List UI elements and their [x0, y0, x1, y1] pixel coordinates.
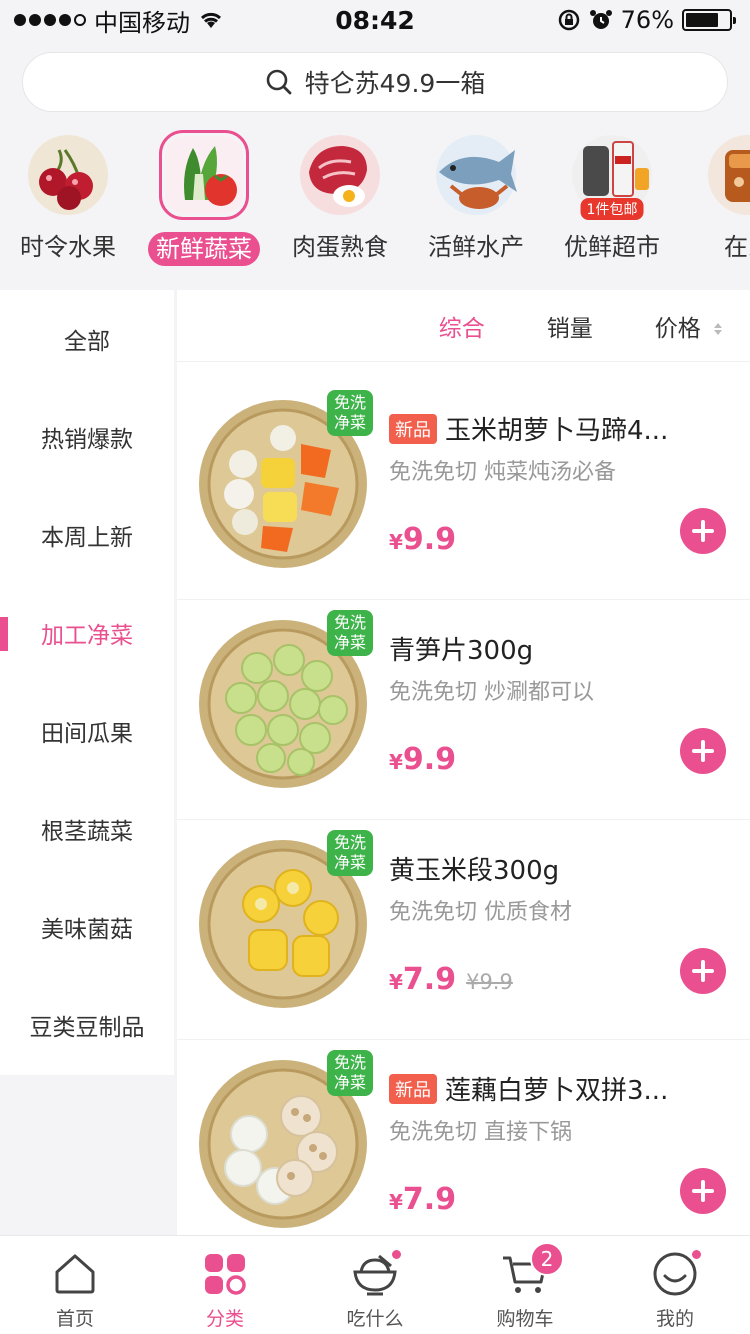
fish-crab-icon — [433, 132, 519, 218]
product-card[interactable]: 免洗净菜 新品 玉米胡萝卜马蹄4... 免洗免切 炖菜炖汤必备 ¥9.9 — [177, 380, 750, 600]
product-subtitle: 免洗免切 优质食材 — [389, 900, 572, 925]
original-price: ¥9.9 — [466, 970, 513, 994]
add-to-cart-button[interactable] — [680, 948, 726, 994]
sidebar-item-new-this-week[interactable]: 本周上新 — [0, 486, 174, 584]
rotation-lock-icon — [558, 9, 579, 31]
tab-cart[interactable]: 2 购物车 — [450, 1236, 600, 1334]
category-row: 时令水果 新鲜蔬菜 肉蛋熟食 活鲜水产 1件包邮 优鲜超市 在 — [0, 128, 750, 278]
home-icon — [55, 1254, 95, 1294]
notification-dot — [690, 1248, 703, 1261]
tab-what-to-eat[interactable]: 吃什么 — [300, 1236, 450, 1334]
cherry-icon — [25, 132, 111, 218]
tab-home[interactable]: 首页 — [0, 1236, 150, 1334]
product-card[interactable]: 免洗净菜 黄玉米段300g 免洗免切 优质食材 ¥7.9 ¥9.9 — [177, 820, 750, 1040]
sidebar-item-hot[interactable]: 热销爆款 — [0, 388, 174, 486]
product-title: 新品 玉米胡萝卜马蹄4... — [389, 410, 719, 447]
category-grid-icon — [205, 1254, 246, 1295]
sort-bar: 综合 销量 价格 — [177, 290, 750, 362]
tab-bar: 首页 分类 吃什么 2 购物车 我的 — [0, 1235, 750, 1334]
free-shipping-badge: 1件包邮 — [580, 198, 644, 220]
search-icon — [266, 69, 292, 95]
clock: 08:42 — [335, 5, 415, 35]
product-card[interactable]: 免洗净菜 新品 莲藕白萝卜双拼3... 免洗免切 直接下锅 ¥7.9 — [177, 1040, 750, 1235]
battery-icon — [682, 9, 736, 31]
category-at-home[interactable]: 在家 — [680, 128, 750, 278]
cart-count-badge: 2 — [530, 1242, 564, 1276]
product-title: 青笋片300g — [389, 636, 534, 666]
search-placeholder: 特仑苏49.9一箱 — [304, 69, 486, 98]
clean-veg-tag: 免洗净菜 — [327, 830, 373, 876]
sidebar-item-beans[interactable]: 豆类豆制品 — [0, 976, 174, 1074]
notification-dot — [390, 1248, 403, 1261]
new-badge: 新品 — [389, 1073, 437, 1104]
sidebar-item-root-veg[interactable]: 根茎蔬菜 — [0, 780, 174, 878]
product-price: ¥7.9 ¥9.9 — [389, 962, 513, 997]
category-vegetable[interactable]: 新鲜蔬菜 — [136, 128, 272, 278]
sidebar-item-mushrooms[interactable]: 美味菌菇 — [0, 878, 174, 976]
sort-comprehensive[interactable]: 综合 — [439, 309, 485, 343]
product-subtitle: 免洗免切 直接下锅 — [389, 1120, 572, 1145]
new-badge: 新品 — [389, 413, 437, 444]
product-price: ¥9.9 — [389, 522, 457, 557]
category-fruit[interactable]: 时令水果 — [0, 128, 136, 278]
add-to-cart-button[interactable] — [680, 728, 726, 774]
sidebar-empty-area — [0, 1075, 174, 1235]
product-price: ¥9.9 — [389, 742, 457, 777]
tab-category[interactable]: 分类 — [150, 1236, 300, 1334]
status-bar: 中国移动 08:42 76% — [0, 0, 750, 40]
supermarket-icon: 1件包邮 — [569, 132, 655, 220]
meat-egg-icon — [297, 132, 383, 218]
product-title: 黄玉米段300g — [389, 856, 560, 886]
sidebar-item-processed-veg[interactable]: 加工净菜 — [0, 584, 174, 682]
add-to-cart-button[interactable] — [680, 508, 726, 554]
clean-veg-tag: 免洗净菜 — [327, 390, 373, 436]
category-seafood[interactable]: 活鲜水产 — [408, 128, 544, 278]
alarm-icon — [589, 10, 612, 29]
search-bar[interactable]: 特仑苏49.9一箱 — [22, 52, 728, 112]
sidebar-item-all[interactable]: 全部 — [0, 290, 174, 388]
drink-icon — [705, 132, 750, 218]
sidebar-item-melons[interactable]: 田间瓜果 — [0, 682, 174, 780]
signal-icon — [14, 14, 86, 26]
product-subtitle: 免洗免切 炒涮都可以 — [389, 680, 594, 705]
product-card[interactable]: 免洗净菜 青笋片300g 免洗免切 炒涮都可以 ¥9.9 — [177, 600, 750, 820]
product-title: 新品 莲藕白萝卜双拼3... — [389, 1070, 719, 1107]
tab-mine[interactable]: 我的 — [600, 1236, 750, 1334]
sort-sales[interactable]: 销量 — [547, 309, 593, 343]
category-supermarket[interactable]: 1件包邮 优鲜超市 — [544, 128, 680, 278]
sort-price[interactable]: 价格 — [655, 309, 722, 343]
sidebar: 全部 热销爆款 本周上新 加工净菜 田间瓜果 根茎蔬菜 美味菌菇 豆类豆制品 — [0, 290, 174, 1075]
product-price: ¥7.9 — [389, 1182, 457, 1217]
clean-veg-tag: 免洗净菜 — [327, 1050, 373, 1096]
battery-percent: 76% — [620, 6, 674, 34]
product-subtitle: 免洗免切 炖菜炖汤必备 — [389, 460, 616, 485]
carrier-label: 中国移动 — [94, 8, 190, 37]
category-meat-egg[interactable]: 肉蛋熟食 — [272, 128, 408, 278]
add-to-cart-button[interactable] — [680, 1168, 726, 1214]
clean-veg-tag: 免洗净菜 — [327, 610, 373, 656]
wifi-icon — [200, 12, 222, 28]
product-panel: 综合 销量 价格 免洗净菜 新品 玉米胡萝卜马蹄4... 免洗免切 炖菜炖汤必备… — [177, 290, 750, 1235]
vegetable-icon — [159, 130, 249, 220]
sort-arrows-icon — [714, 323, 722, 335]
